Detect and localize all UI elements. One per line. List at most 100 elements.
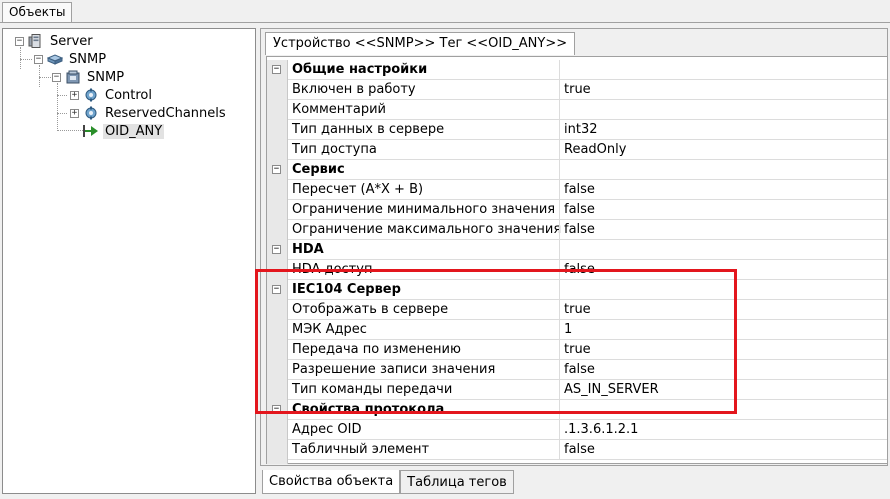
column-divider [559,340,560,360]
column-divider [559,280,560,300]
property-name: МЭК Адрес [292,322,367,337]
column-divider [559,160,560,180]
tree-item-reserved-channels[interactable]: + ReservedChannels [70,104,228,122]
property-row[interactable]: Комментарий [288,100,887,120]
property-value[interactable]: false [564,440,595,460]
property-row[interactable]: Ограничение минимального значения false [288,200,887,220]
tab-object-properties[interactable]: Свойства объекта [262,470,401,494]
property-grid[interactable]: − Общие настройки Включен в работу true Комм… [266,56,888,464]
expand-icon[interactable]: + [70,90,79,100]
column-divider [559,240,560,260]
property-name: Разрешение записи значения [292,362,496,377]
tab-device-tag[interactable]: Устройство <<SNMP>> Тег <<OID_ANY>> [265,32,576,55]
property-row[interactable]: Отображать в сервере true [288,300,887,320]
category-label: HDA [292,242,324,257]
property-row[interactable]: МЭК Адрес 1 [288,320,887,340]
collapse-icon[interactable]: − [34,54,43,64]
property-value[interactable]: false [564,220,595,240]
tree-item-oid-any[interactable]: OID_ANY [83,122,165,140]
property-value[interactable]: int32 [564,120,598,140]
property-row[interactable]: Адрес OID .1.3.6.1.2.1 [288,420,887,440]
column-divider [559,400,560,420]
property-row[interactable]: Разрешение записи значения false [288,360,887,380]
column-divider [559,120,560,140]
property-name: Адрес OID [292,422,362,437]
property-row[interactable]: Тип данных в сервере int32 [288,120,887,140]
category-label: Свойства протокола [292,402,445,417]
property-value[interactable]: ReadOnly [564,140,626,160]
tree-label-server: Server [50,33,93,49]
property-name: Тип доступа [292,142,377,157]
tab-objects[interactable]: Объекты [2,2,73,22]
expand-icon[interactable]: + [70,108,79,118]
column-divider [559,420,560,440]
column-divider [559,100,560,120]
column-divider [559,260,560,280]
property-name: Ограничение минимального значения [292,202,556,217]
column-divider [559,220,560,240]
collapse-icon[interactable]: − [52,72,61,82]
column-divider [559,300,560,320]
property-value[interactable]: false [564,200,595,220]
tree-item-snmp-device[interactable]: − SNMP [52,68,126,86]
tree-item-snmp-channel[interactable]: − SNMP [34,50,108,68]
property-row[interactable]: Тип доступа ReadOnly [288,140,887,160]
property-value[interactable]: true [564,300,591,320]
property-value[interactable]: 1 [564,320,572,340]
collapse-icon[interactable]: − [272,285,281,294]
property-value[interactable]: true [564,80,591,100]
property-name: Тип команды передачи [292,382,453,397]
property-row[interactable]: Передача по изменению true [288,340,887,360]
property-value[interactable]: true [564,340,591,360]
tree-label-oid-any: OID_ANY [103,123,165,139]
property-name: Тип данных в сервере [292,122,445,137]
tree-label-control: Control [105,87,152,103]
property-value[interactable]: AS_IN_SERVER [564,380,659,400]
property-value[interactable]: false [564,260,595,280]
column-divider [559,320,560,340]
bottom-tab-bar: Свойства объекта Таблица тегов [262,470,514,494]
property-row[interactable]: HDA доступ false [288,260,887,280]
object-tree[interactable]: − Server − SNMP − SNMP + Control + Reser… [2,28,256,494]
category-label: Общие настройки [292,62,428,77]
tag-group-icon [85,88,97,102]
column-divider [559,140,560,160]
property-row[interactable]: Табличный элемент false [288,440,887,460]
property-name: Передача по изменению [292,342,461,357]
property-row[interactable]: Ограничение максимального значения false [288,220,887,240]
server-icon [28,34,41,48]
property-name: Комментарий [292,102,386,117]
collapse-icon[interactable]: − [15,36,24,46]
tag-group-icon [85,106,97,120]
collapse-icon[interactable]: − [272,65,281,74]
property-name: Табличный элемент [292,442,430,457]
tree-label-snmp-device: SNMP [87,69,125,85]
property-name: Пересчет (A*X + B) [292,182,424,197]
property-category[interactable]: − IEC104 Сервер [272,280,887,300]
collapse-icon[interactable]: − [272,405,281,414]
tree-label-snmp-channel: SNMP [69,51,107,67]
column-divider [559,60,560,80]
category-label: IEC104 Сервер [292,282,401,297]
property-row[interactable]: Тип команды передачи AS_IN_SERVER [288,380,887,400]
property-value[interactable]: false [564,180,595,200]
property-category[interactable]: − Сервис [272,160,887,180]
property-value[interactable]: false [564,360,595,380]
property-row[interactable]: Включен в работу true [288,80,887,100]
column-divider [559,440,560,460]
collapse-icon[interactable]: − [272,245,281,254]
property-value[interactable]: .1.3.6.1.2.1 [564,420,638,440]
property-category[interactable]: − HDA [272,240,887,260]
tree-item-server[interactable]: − Server [15,32,95,50]
collapse-icon[interactable]: − [272,165,281,174]
property-category[interactable]: − Свойства протокола [272,400,887,420]
tree-item-control[interactable]: + Control [70,86,154,104]
tab-tag-table[interactable]: Таблица тегов [400,470,514,494]
column-divider [559,360,560,380]
property-name: Ограничение максимального значения [292,222,562,237]
property-category[interactable]: − Общие настройки [272,60,887,80]
column-divider [559,380,560,400]
property-name: Включен в работу [292,82,416,97]
property-row[interactable]: Пересчет (A*X + B) false [288,180,887,200]
column-divider [559,80,560,100]
